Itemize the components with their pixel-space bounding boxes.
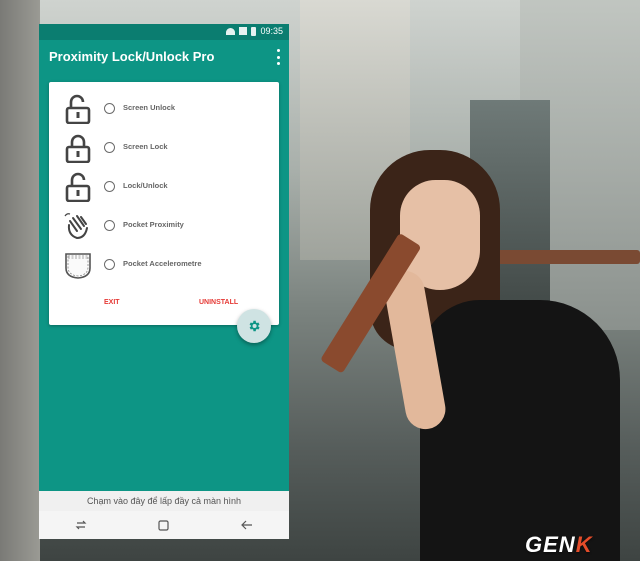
options-card: Screen Unlock Screen Lock Lock/Unlock Po… bbox=[49, 82, 279, 325]
option-pocket-proximity[interactable]: Pocket Proximity bbox=[49, 207, 279, 245]
radio-screen-unlock[interactable] bbox=[104, 103, 115, 114]
status-bar: 09:35 bbox=[39, 24, 289, 40]
unlocked-padlock-icon bbox=[65, 172, 91, 202]
hand-wave-icon bbox=[64, 213, 88, 240]
signal-icon bbox=[239, 27, 248, 35]
app-bar: Proximity Lock/Unlock Pro bbox=[39, 40, 289, 74]
radio-lock-unlock[interactable] bbox=[104, 181, 115, 192]
status-icons: 09:35 bbox=[226, 26, 283, 36]
back-button[interactable] bbox=[237, 517, 257, 533]
overflow-menu-icon[interactable] bbox=[275, 49, 281, 65]
settings-fab[interactable] bbox=[237, 309, 271, 343]
back-icon bbox=[241, 520, 253, 530]
option-label: Pocket Proximity bbox=[123, 220, 184, 229]
option-screen-unlock[interactable]: Screen Unlock bbox=[49, 90, 279, 128]
battery-icon bbox=[251, 26, 257, 36]
option-label: Screen Lock bbox=[123, 142, 168, 151]
option-label: Lock/Unlock bbox=[123, 181, 168, 190]
fill-screen-hint[interactable]: Chạm vào đây để lấp đầy cả màn hình bbox=[39, 491, 289, 511]
genk-logo: GENK bbox=[525, 532, 593, 558]
recents-icon bbox=[75, 520, 87, 530]
app-title: Proximity Lock/Unlock Pro bbox=[49, 49, 215, 64]
pocket-icon bbox=[65, 253, 91, 279]
option-pocket-accelerometre[interactable]: Pocket Accelerometre bbox=[49, 246, 279, 284]
woman-dress bbox=[420, 300, 620, 561]
radio-screen-lock[interactable] bbox=[104, 142, 115, 153]
wifi-icon bbox=[226, 27, 236, 35]
option-label: Screen Unlock bbox=[123, 103, 176, 112]
uninstall-button[interactable]: UNINSTALL bbox=[199, 299, 238, 306]
home-icon bbox=[158, 519, 170, 531]
logo-part1: GEN bbox=[525, 532, 576, 557]
option-lock-unlock[interactable]: Lock/Unlock bbox=[49, 168, 279, 206]
building-left bbox=[0, 0, 40, 561]
unlocked-padlock-icon bbox=[65, 94, 91, 124]
option-label: Pocket Accelerometre bbox=[123, 259, 202, 268]
home-button[interactable] bbox=[154, 517, 174, 533]
navigation-bar bbox=[39, 511, 289, 539]
recents-button[interactable] bbox=[71, 517, 91, 533]
radio-pocket-proximity[interactable] bbox=[104, 220, 115, 231]
logo-part2: K bbox=[575, 532, 593, 557]
gear-icon bbox=[249, 320, 260, 332]
radio-pocket-accelerometre[interactable] bbox=[104, 259, 115, 270]
phone-screen: 09:35 Proximity Lock/Unlock Pro Screen U… bbox=[39, 24, 289, 539]
locked-padlock-icon bbox=[65, 134, 91, 163]
exit-button[interactable]: EXIT bbox=[104, 299, 120, 306]
status-time: 09:35 bbox=[260, 26, 283, 36]
option-screen-lock[interactable]: Screen Lock bbox=[49, 129, 279, 167]
